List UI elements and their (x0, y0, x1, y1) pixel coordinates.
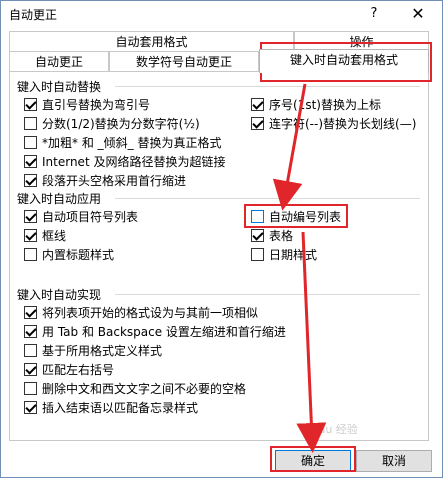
checkbox-first-line-indent[interactable]: 段落开头空格采用首行缩进 (24, 172, 186, 188)
checkbox-define-styles[interactable]: 基于所用格式定义样式 (24, 342, 162, 358)
checkbox-box[interactable] (24, 343, 37, 357)
checkbox-label: 自动项目符号列表 (42, 209, 139, 224)
checkbox-label: 直引号替换为弯引号 (42, 97, 151, 112)
checkbox-hyphens[interactable]: 连字符(--)替换为长划线(—) (251, 115, 416, 131)
checkbox-label: 连字符(--)替换为长划线(—) (269, 116, 417, 131)
checkbox-straight-quotes[interactable]: 直引号替换为弯引号 (24, 96, 150, 112)
checkbox-list-format[interactable]: 将列表项开始的格式设为与其前一项相似 (24, 304, 258, 320)
help-icon[interactable]: ? (363, 3, 385, 25)
checkbox-box[interactable] (24, 305, 37, 319)
checkbox-label: 用 Tab 和 Backspace 设置左缩进和首行缩进 (42, 324, 286, 339)
checkbox-ordinals[interactable]: 序号(1st)替换为上标 (251, 96, 381, 112)
checkbox-label: 日期样式 (269, 247, 318, 262)
checkbox-memo-closing[interactable]: 插入结束语以匹配备忘录样式 (24, 399, 198, 415)
checkbox-auto-numbering[interactable]: 自动编号列表 (251, 208, 341, 224)
tab-autocorrect[interactable]: 自动更正 (9, 51, 109, 71)
checkbox-label: 框线 (42, 228, 67, 243)
checkbox-box[interactable] (24, 228, 37, 242)
checkbox-box[interactable] (24, 173, 37, 187)
checkbox-box[interactable] (24, 135, 37, 149)
cancel-button[interactable]: 取消 (356, 450, 432, 472)
checkbox-box[interactable] (24, 209, 37, 223)
group-title-realize: 键入时自动实现 (17, 288, 102, 302)
checkbox-tab-backspace[interactable]: 用 Tab 和 Backspace 设置左缩进和首行缩进 (24, 323, 286, 339)
checkbox-label: 分数(1/2)替换为分数字符(½) (42, 116, 200, 131)
checkbox-label: 删除中文和西文文字之间不必要的空格 (42, 381, 247, 396)
checkbox-box[interactable] (24, 247, 37, 261)
checkbox-box[interactable] (251, 116, 264, 130)
checkbox-bold-italic[interactable]: *加粗* 和 _倾斜_ 替换为真正格式 (24, 134, 221, 150)
checkbox-label: 基于所用格式定义样式 (42, 343, 163, 358)
title-bar: 自动更正 ? ✕ (1, 1, 442, 27)
checkbox-box[interactable] (24, 362, 37, 376)
tab-math-autocorrect[interactable]: 数学符号自动更正 (109, 51, 259, 71)
checkbox-date-styles[interactable]: 日期样式 (251, 246, 317, 262)
group-title-apply: 键入时自动应用 (17, 192, 102, 206)
autocorrect-dialog: 自动更正 ? ✕ 自动套用格式 操作 自动更正 数学符号自动更正 键入时自动套用… (0, 0, 443, 478)
group-divider (115, 294, 420, 295)
checkbox-label: 匹配左右括号 (42, 362, 115, 377)
checkbox-box[interactable] (251, 97, 264, 111)
checkbox-box[interactable] (24, 381, 37, 395)
checkbox-label: 内置标题样式 (42, 247, 115, 262)
checkbox-box[interactable] (251, 247, 264, 261)
checkbox-label: 将列表项开始的格式设为与其前一项相似 (42, 305, 259, 320)
watermark: Baidu 经验 (301, 423, 358, 436)
checkbox-label: 插入结束语以匹配备忘录样式 (42, 400, 199, 415)
checkbox-label: Internet 及网络路径替换为超链接 (42, 154, 226, 169)
close-icon[interactable]: ✕ (406, 3, 430, 25)
checkbox-label: 自动编号列表 (269, 209, 342, 224)
window-title: 自动更正 (9, 8, 58, 22)
checkbox-borders[interactable]: 框线 (24, 227, 66, 243)
group-title-replace: 键入时自动替换 (17, 80, 102, 94)
checkbox-remove-spaces[interactable]: 删除中文和西文文字之间不必要的空格 (24, 380, 246, 396)
checkbox-heading-styles[interactable]: 内置标题样式 (24, 246, 114, 262)
checkbox-hyperlinks[interactable]: Internet 及网络路径替换为超链接 (24, 153, 225, 169)
checkbox-label: *加粗* 和 _倾斜_ 替换为真正格式 (42, 135, 222, 150)
checkbox-box[interactable] (251, 228, 264, 242)
checkbox-match-parentheses[interactable]: 匹配左右括号 (24, 361, 114, 377)
checkbox-box[interactable] (251, 209, 264, 223)
tab-row-front: 自动更正 数学符号自动更正 键入时自动套用格式 (9, 49, 429, 73)
checkbox-box[interactable] (24, 97, 37, 111)
group-divider (115, 86, 420, 87)
checkbox-label: 表格 (269, 228, 294, 243)
tab-row-back: 自动套用格式 操作 (9, 31, 429, 51)
tab-autoformat[interactable]: 自动套用格式 (9, 31, 294, 51)
tab-panel: 键入时自动替换 直引号替换为弯引号 分数(1/2)替换为分数字符(½) *加粗*… (9, 71, 429, 441)
tab-actions[interactable]: 操作 (294, 31, 429, 51)
group-divider (115, 198, 420, 199)
checkbox-label: 段落开头空格采用首行缩进 (42, 173, 187, 188)
checkbox-box[interactable] (24, 154, 37, 168)
checkbox-fractions[interactable]: 分数(1/2)替换为分数字符(½) (24, 115, 200, 131)
checkbox-box[interactable] (24, 116, 37, 130)
ok-button[interactable]: 确定 (275, 450, 351, 472)
checkbox-label: 序号(1st)替换为上标 (269, 97, 381, 112)
checkbox-auto-bullets[interactable]: 自动项目符号列表 (24, 208, 138, 224)
checkbox-box[interactable] (24, 400, 37, 414)
tab-autoformat-as-you-type[interactable]: 键入时自动套用格式 (259, 49, 429, 73)
checkbox-box[interactable] (24, 324, 37, 338)
checkbox-tables[interactable]: 表格 (251, 227, 293, 243)
